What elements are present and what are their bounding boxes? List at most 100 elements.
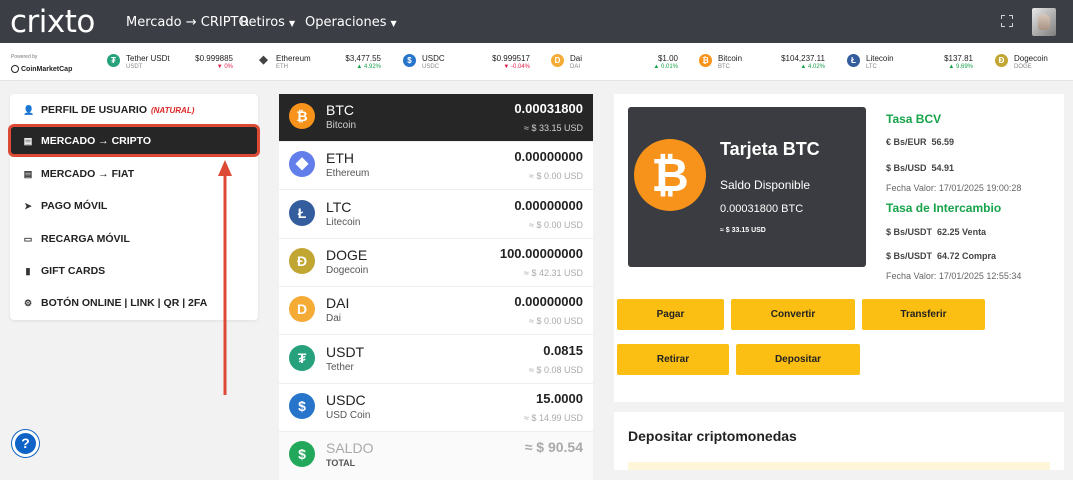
gift-card-icon: ▮ [25, 266, 31, 276]
dai-icon: D [551, 54, 564, 67]
coinmarketcap-icon [11, 65, 19, 73]
sidebar-item-mercado-cripto[interactable]: ▤ MERCADO → CRIPTO [8, 124, 260, 157]
nav-operaciones[interactable]: Operaciones ▼ [305, 15, 397, 30]
coinmarketcap-label: CoinMarketCap [21, 65, 73, 73]
nav-mercado-label: Mercado → CRIPTO [126, 15, 249, 30]
sidebar-item-perfil[interactable]: 👤 PERFIL DE USUARIO (NATURAL) [10, 95, 258, 125]
buy-rate: $ Bs/USDT 64.72 Compra [886, 251, 996, 261]
coin-name: Dai [326, 313, 342, 324]
coin-amount: 15.0000 [536, 391, 583, 406]
fullscreen-icon[interactable] [1001, 15, 1013, 27]
tether-icon: ₮ [107, 54, 120, 67]
ticker-change: ▲ 4.92% [356, 64, 381, 70]
wallet-row-btc[interactable]: ₿ BTC Bitcoin 0.00031800 ≈ $ 33.15 USD [279, 94, 593, 142]
wallet-total-row: $ SALDO TOTAL ≈ $ 90.54 [279, 432, 593, 480]
ticker-item[interactable]: Ł Litecoin LTC $137.81 ▲ 9.69% [847, 52, 973, 74]
coin-usd-value: ≈ $ 0.00 USD [529, 171, 583, 181]
coin-usd-value: ≈ $ 0.00 USD [529, 316, 583, 326]
coin-amount: 0.00000000 [514, 294, 583, 309]
depositar-button[interactable]: Depositar [736, 344, 860, 375]
sidebar-item-label: BOTÓN ONLINE | LINK | QR | 2FA [41, 297, 208, 309]
gear-icon: ⚙ [23, 298, 33, 308]
price-ticker: Powered by CoinMarketCap ₮ Tether USDt U… [0, 43, 1073, 81]
powered-by-label: Powered by [11, 54, 38, 60]
dogecoin-icon: Ð [289, 248, 315, 274]
ticker-price: $3,477.55 [345, 54, 381, 63]
ticker-change: ▲ 0.01% [653, 64, 678, 70]
bitcoin-icon: ₿ [634, 139, 706, 211]
ticker-symbol: ETH [276, 64, 288, 70]
sell-rate: $ Bs/USDT 62.25 Venta [886, 227, 986, 237]
ethereum-icon: ◆ [257, 54, 270, 67]
deposit-content-strip [628, 462, 1050, 470]
top-navbar: crixto Mercado → CRIPTO Retiros ▼ Operaci… [0, 0, 1073, 43]
bcv-date: Fecha Valor: 17/01/2025 19:00:28 [886, 183, 1022, 193]
ticker-item[interactable]: Ð Dogecoin DOGE [995, 52, 1065, 74]
help-icon[interactable]: ? [12, 430, 39, 457]
ticker-item[interactable]: $ USDC USDC $0.999517 ▼ -0.04% [403, 52, 530, 74]
coin-symbol: DAI [326, 295, 350, 311]
coin-usd-value: ≈ $ 0.08 USD [529, 365, 583, 375]
send-icon: ➤ [24, 201, 32, 211]
eur-rate: € Bs/EUR 56.59 [886, 137, 954, 147]
nav-retiros-label: Retiros [240, 15, 285, 30]
coin-usd-value: ≈ $ 42.31 USD [524, 268, 583, 278]
wallet-row-usdc[interactable]: $ USDC USD Coin 15.0000 ≈ $ 14.99 USD [279, 384, 593, 432]
transferir-button[interactable]: Transferir [862, 299, 985, 330]
ticker-symbol: DAI [570, 64, 581, 70]
ticker-item[interactable]: ₮ Tether USDt USDT $0.999885 ▼ 0% [107, 52, 233, 74]
wallet-row-usdt[interactable]: ₮ USDT Tether 0.0815 ≈ $ 0.08 USD [279, 336, 593, 384]
pagar-button[interactable]: Pagar [617, 299, 724, 330]
nav-mercado-cripto[interactable]: Mercado → CRIPTO [126, 15, 249, 30]
ticker-symbol: LTC [866, 64, 877, 70]
sell-rate-value: 62.25 Venta [937, 227, 987, 237]
wallet-row-dai[interactable]: D DAI Dai 0.00000000 ≈ $ 0.00 USD [279, 287, 593, 335]
nav-operaciones-label: Operaciones [305, 15, 387, 30]
coinmarketcap-logo[interactable]: CoinMarketCap [11, 65, 72, 73]
wallet-row-eth[interactable]: ◆ ETH Ethereum 0.00000000 ≈ $ 0.00 USD [279, 142, 593, 190]
sidebar-item-label: MERCADO → CRIPTO [41, 134, 152, 147]
tether-icon: ₮ [289, 345, 315, 371]
litecoin-icon: Ł [289, 200, 315, 226]
eur-rate-label: € Bs/EUR [886, 137, 927, 147]
ticker-name: Bitcoin [718, 54, 743, 63]
btc-card: ₿ Tarjeta BTC Saldo Disponible 0.0003180… [628, 107, 866, 267]
account-type-tag: (NATURAL) [150, 105, 195, 115]
exchange-date: Fecha Valor: 17/01/2025 12:55:34 [886, 271, 1022, 281]
ticker-name: USDC [422, 54, 445, 63]
coin-amount: 0.00000000 [514, 198, 583, 213]
sidebar-item-label: GIFT CARDS [41, 265, 106, 277]
wallet-row-ltc[interactable]: Ł LTC Litecoin 0.00000000 ≈ $ 0.00 USD [279, 191, 593, 239]
sidebar-item-label: PAGO MÓVIL [41, 200, 108, 212]
balance-amount: 0.00031800 BTC [720, 203, 804, 215]
bcv-title: Tasa BCV [886, 112, 942, 126]
credit-card-icon: ▭ [23, 234, 33, 244]
total-sublabel: TOTAL [326, 458, 356, 468]
ticker-item[interactable]: ₿ Bitcoin BTC $104,237.11 ▲ 4.02% [699, 52, 825, 74]
dogecoin-icon: Ð [995, 54, 1008, 67]
coin-amount: 0.00031800 [514, 101, 583, 116]
annotation-arrow [218, 160, 232, 395]
usd-rate-value: 54.91 [931, 163, 955, 173]
convertir-button[interactable]: Convertir [731, 299, 855, 330]
ticker-item[interactable]: ◆ Ethereum ETH $3,477.55 ▲ 4.92% [257, 52, 381, 74]
retirar-button[interactable]: Retirar [617, 344, 729, 375]
ticker-item[interactable]: D Dai DAI $1.00 ▲ 0.01% [551, 52, 678, 74]
app-logo[interactable]: crixto [10, 4, 95, 40]
dollar-icon: $ [289, 441, 315, 467]
card-title: Tarjeta BTC [720, 139, 820, 159]
ticker-symbol: USDC [422, 64, 440, 70]
sidebar-item-label: PERFIL DE USUARIO [41, 104, 147, 116]
caret-down-icon: ▼ [288, 19, 296, 28]
nav-retiros[interactable]: Retiros ▼ [240, 15, 295, 30]
wallet-row-doge[interactable]: Ð DOGE Dogecoin 100.00000000 ≈ $ 42.31 U… [279, 239, 593, 287]
coin-symbol: LTC [326, 199, 352, 215]
coin-name: Bitcoin [326, 120, 357, 131]
ticker-symbol: BTC [718, 64, 730, 70]
ticker-price: $0.999885 [195, 54, 233, 63]
user-avatar[interactable] [1032, 8, 1056, 36]
ethereum-icon: ◆ [289, 151, 315, 177]
wallet-list: ₿ BTC Bitcoin 0.00031800 ≈ $ 33.15 USD ◆… [279, 94, 593, 480]
sell-rate-label: $ Bs/USDT [886, 227, 933, 237]
ticker-name: Dogecoin [1014, 54, 1048, 63]
